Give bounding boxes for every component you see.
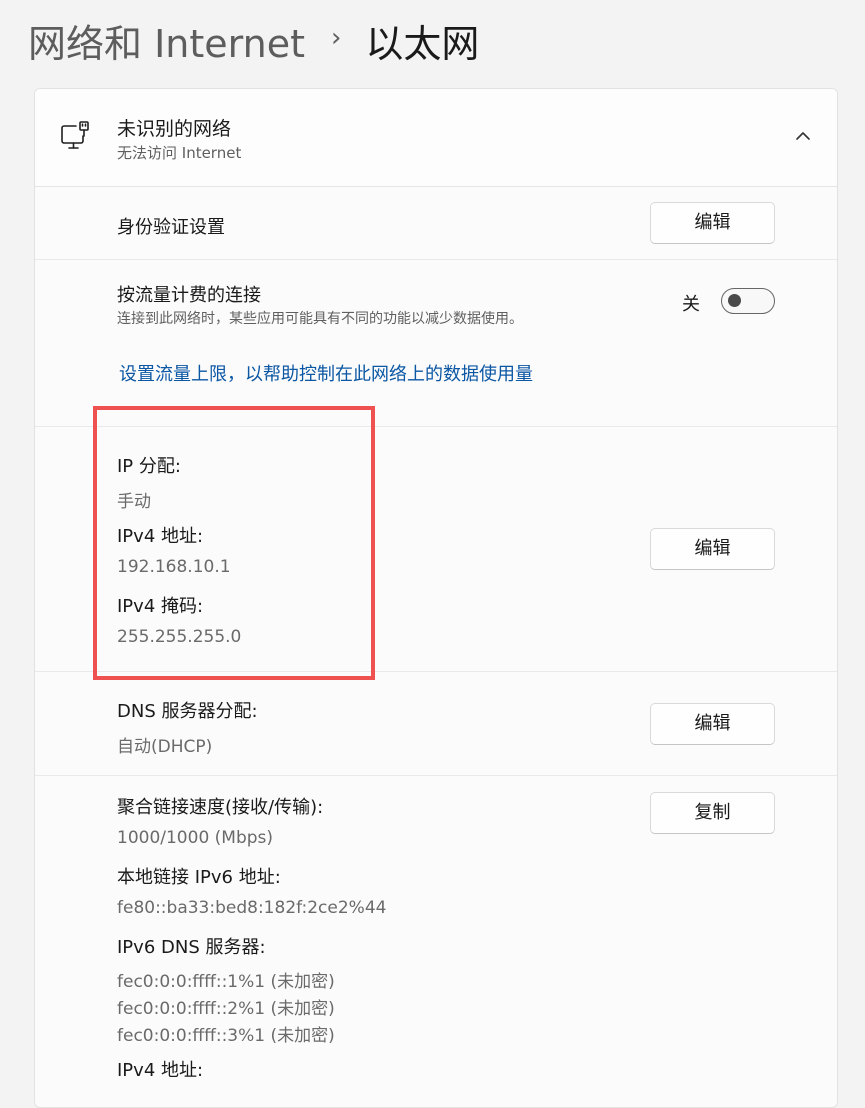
network-name: 未识别的网络 <box>117 118 232 140</box>
data-limit-link[interactable]: 设置流量上限，以帮助控制在此网络上的数据使用量 <box>119 360 533 386</box>
network-settings-card: 未识别的网络 无法访问 Internet 身份验证设置 编辑 按流量计费的连接 … <box>34 88 838 1108</box>
divider <box>35 775 837 776</box>
ipv4-address-label: IPv4 地址: <box>117 526 204 547</box>
copy-button[interactable]: 复制 <box>650 792 775 834</box>
divider <box>35 671 837 672</box>
ipv4-address-value: 192.168.10.1 <box>117 557 231 577</box>
metered-connection-description: 连接到此网络时，某些应用可能具有不同的功能以减少数据使用。 <box>117 311 523 327</box>
ip-assignment-value: 手动 <box>117 492 151 512</box>
ip-assignment-label: IP 分配: <box>117 456 181 477</box>
ip-edit-button[interactable]: 编辑 <box>650 528 775 570</box>
ethernet-pc-icon <box>61 121 89 149</box>
page-title: 以太网 <box>365 21 480 66</box>
link-speed-value: 1000/1000 (Mbps) <box>117 828 274 848</box>
ipv6-link-local-value: fe80::ba33:bed8:182f:2ce2%44 <box>117 898 387 918</box>
network-status: 无法访问 Internet <box>117 144 242 162</box>
toggle-knob <box>728 294 741 307</box>
ipv6-dns-value: fec0:0:0:ffff::1%1 (未加密) <box>117 972 335 992</box>
ipv4-address-label-2: IPv4 地址: <box>117 1060 204 1081</box>
ipv6-dns-value: fec0:0:0:ffff::3%1 (未加密) <box>117 1026 335 1046</box>
breadcrumb-separator-icon: › <box>330 23 342 53</box>
ipv4-mask-value: 255.255.255.0 <box>117 627 242 647</box>
dns-assignment-label: DNS 服务器分配: <box>117 701 258 722</box>
auth-edit-button[interactable]: 编辑 <box>650 202 775 244</box>
metered-connection-label: 按流量计费的连接 <box>117 285 261 306</box>
ipv6-dns-value: fec0:0:0:ffff::2%1 (未加密) <box>117 999 335 1019</box>
divider <box>35 259 837 260</box>
breadcrumb: 网络和 Internet › 以太网 <box>28 12 479 68</box>
metered-toggle[interactable] <box>721 288 775 314</box>
divider <box>35 426 837 427</box>
ipv6-dns-label: IPv6 DNS 服务器: <box>117 937 266 958</box>
dns-edit-button[interactable]: 编辑 <box>650 703 775 745</box>
ipv6-link-local-label: 本地链接 IPv6 地址: <box>117 867 281 888</box>
ipv4-mask-label: IPv4 掩码: <box>117 596 204 617</box>
network-header[interactable]: 未识别的网络 无法访问 Internet <box>35 89 837 187</box>
breadcrumb-parent[interactable]: 网络和 Internet <box>28 13 305 68</box>
chevron-up-icon[interactable] <box>793 126 813 146</box>
auth-settings-label: 身份验证设置 <box>117 217 225 238</box>
metered-toggle-state: 关 <box>682 294 700 315</box>
link-speed-label: 聚合链接速度(接收/传输): <box>117 797 324 818</box>
dns-assignment-value: 自动(DHCP) <box>117 737 213 757</box>
